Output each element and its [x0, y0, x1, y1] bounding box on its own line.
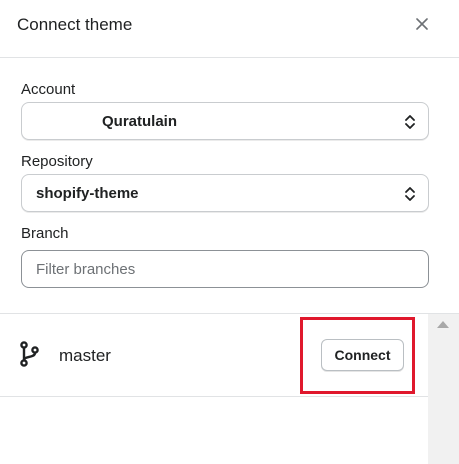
- dialog-header: Connect theme: [0, 0, 459, 58]
- repository-select[interactable]: shopify-theme: [21, 174, 429, 212]
- connect-button[interactable]: Connect: [321, 339, 404, 371]
- select-chevron-icon: [405, 115, 415, 129]
- git-branch-icon: [20, 341, 39, 367]
- connect-form: Account Quratulain Repository shopify-th…: [0, 58, 459, 314]
- account-select[interactable]: Quratulain: [21, 102, 429, 140]
- filter-branches-input[interactable]: [21, 250, 429, 288]
- repository-label: Repository: [21, 153, 93, 170]
- account-label: Account: [21, 81, 76, 98]
- repository-value: shopify-theme: [36, 185, 139, 202]
- scrollbar[interactable]: [428, 314, 459, 464]
- branch-label: Branch: [21, 225, 69, 242]
- dialog-title: Connect theme: [17, 15, 133, 34]
- close-icon: [416, 18, 428, 30]
- close-button[interactable]: [410, 12, 434, 36]
- branch-name: master: [59, 346, 111, 365]
- branch-list-item: master Connect: [0, 314, 428, 397]
- select-chevron-icon: [405, 187, 415, 201]
- account-value: Quratulain: [102, 113, 178, 130]
- scroll-up-arrow-icon[interactable]: [437, 321, 449, 328]
